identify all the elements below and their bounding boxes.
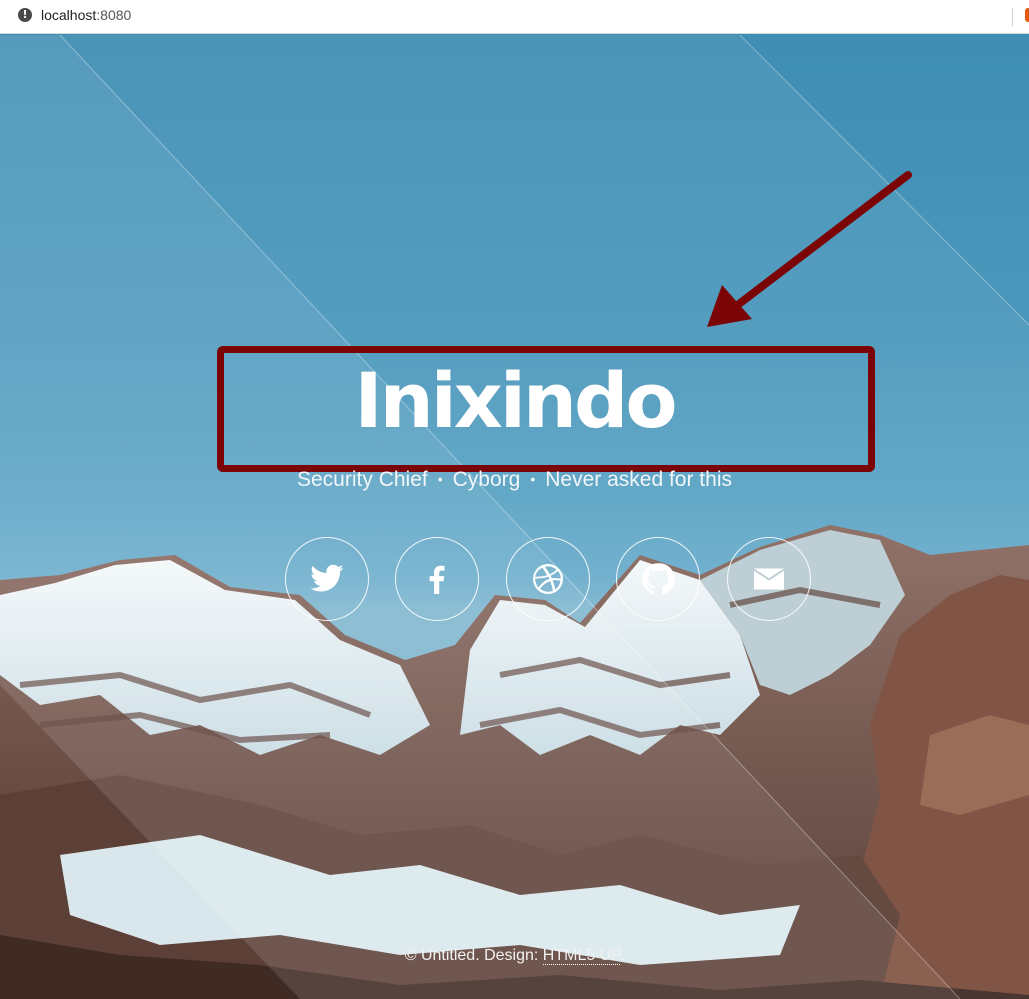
tagline-item: Security Chief (297, 468, 428, 491)
site-info-icon[interactable]: ! (18, 8, 32, 22)
page-title: Inixindo (354, 356, 677, 445)
html5up-link[interactable]: HTML5 UP (542, 947, 620, 965)
email-button[interactable] (727, 537, 811, 621)
footer-text: © Untitled. Design: (404, 947, 543, 964)
tagline-separator: • (530, 471, 536, 487)
social-links (285, 537, 815, 625)
dribbble-icon (533, 564, 563, 594)
hero-background: Inixindo Security Chief • Cyborg • Never ask… (0, 35, 1029, 999)
tagline-item: Never asked for this (545, 468, 732, 491)
url-text[interactable]: localhost:8080 (41, 7, 131, 23)
footer-suffix: . (619, 947, 625, 964)
twitter-icon (310, 564, 344, 592)
dribbble-button[interactable] (506, 537, 590, 621)
facebook-button[interactable] (395, 537, 479, 621)
facebook-icon (429, 565, 445, 594)
tagline-item: Cyborg (452, 468, 521, 491)
browser-address-bar[interactable]: ! localhost:8080 (0, 0, 1029, 34)
email-icon (754, 568, 784, 590)
url-port: :8080 (96, 7, 132, 23)
tagline-separator: • (437, 471, 443, 487)
footer: © Untitled. Design: HTML5 UP. (0, 947, 1029, 965)
github-button[interactable] (616, 537, 700, 621)
url-host: localhost (41, 7, 97, 23)
annotation-arrow (707, 171, 912, 327)
tagline: Security Chief • Cyborg • Never asked for th… (0, 468, 1029, 492)
github-icon (642, 563, 675, 595)
extension-icon[interactable] (1025, 8, 1029, 22)
twitter-button[interactable] (285, 537, 369, 621)
toolbar-divider (1012, 8, 1013, 26)
